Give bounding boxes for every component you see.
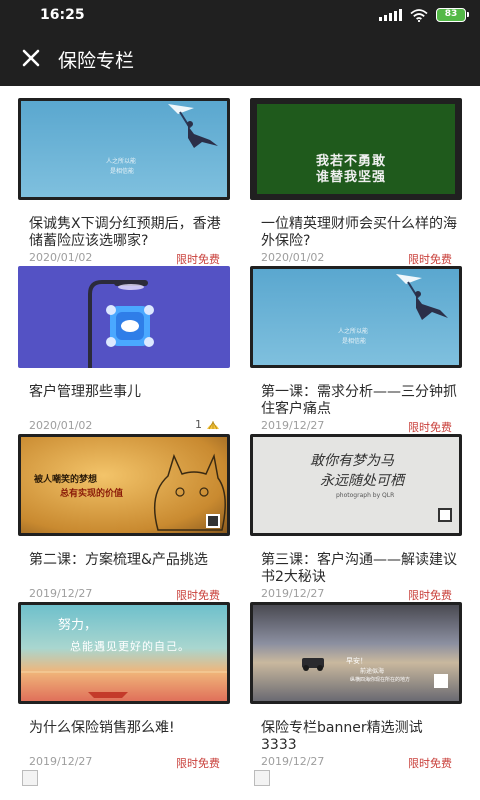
status-bar: 16:25 83 xyxy=(0,0,480,30)
thumb-caption: 是相信能 xyxy=(110,168,135,175)
article-title[interactable]: 客户管理那些事儿 xyxy=(29,384,225,401)
article-date: 2019/12/27 xyxy=(261,419,325,432)
thumb-caption: 早安！ xyxy=(346,657,367,665)
article-title[interactable]: 保诚隽X下调分红预期后，香港储蓄险应该选哪家? xyxy=(29,216,225,250)
thumb-caption: 总能遇见更好的自己。 xyxy=(70,640,190,653)
article-date: 2019/12/27 xyxy=(261,755,325,768)
title-bar: 保险专栏 xyxy=(0,30,480,86)
like-count-value: 1 xyxy=(195,418,202,431)
article-grid: 人之所以能 是相信能 保诚隽X下调分红预期后，香港储蓄险应该选哪家? 2020/… xyxy=(0,86,480,800)
article-thumbnail: 人之所以能 是相信能 xyxy=(18,98,230,200)
thumb-caption: 总有实现的价值 xyxy=(60,489,124,499)
clap-icon xyxy=(207,420,219,429)
article-date: 2019/12/27 xyxy=(29,587,93,600)
thumb-caption: 永远随处可栖 xyxy=(320,473,404,489)
thumb-caption: 人之所以能 xyxy=(106,158,137,165)
thumb-caption: 前途似海 xyxy=(360,668,385,675)
thumb-caption: photograph by QLR xyxy=(336,492,395,499)
article-thumbnail: 被人嘲笑的梦想 总有实现的价值 xyxy=(18,434,230,536)
broken-image-icon xyxy=(254,770,270,786)
free-tag: 限时免费 xyxy=(408,757,452,770)
article-date: 2020/01/02 xyxy=(29,419,93,432)
thumb-caption: 人之所以能 xyxy=(338,328,369,335)
article-title[interactable]: 第一课：需求分析——三分钟抓住客户痛点 xyxy=(261,384,457,418)
article-date: 2020/01/02 xyxy=(29,251,93,264)
free-tag: 限时免费 xyxy=(408,421,452,434)
thumb-caption: 是相信能 xyxy=(342,338,367,345)
article-date: 2020/01/02 xyxy=(261,251,325,264)
page-title: 保险专栏 xyxy=(58,50,135,72)
signal-icon xyxy=(379,9,402,21)
article-thumbnail: 人之所以能 是相信能 xyxy=(250,266,462,368)
thumb-caption: 被人嘲笑的梦想 xyxy=(34,475,98,485)
status-time: 16:25 xyxy=(40,7,85,23)
close-icon[interactable] xyxy=(20,47,42,69)
free-tag: 限时免费 xyxy=(176,757,220,770)
article-thumbnail: 我若不勇敢 谁替我坚强 xyxy=(250,98,462,200)
thumb-caption: 敢你有梦为马 xyxy=(310,453,394,469)
thumb-caption: 纵横四海你现在所在的地方 xyxy=(350,677,411,683)
article-title[interactable]: 第二课：方案梳理&产品挑选 xyxy=(29,552,225,569)
like-count[interactable]: 1 xyxy=(195,418,220,431)
article-date: 2019/12/27 xyxy=(261,587,325,600)
free-tag: 限时免费 xyxy=(176,589,220,602)
article-thumbnail xyxy=(18,266,230,368)
article-thumbnail: 努力， 总能遇见更好的自己。 xyxy=(18,602,230,704)
free-tag: 限时免费 xyxy=(408,589,452,602)
article-title[interactable]: 为什么保险销售那么难! xyxy=(29,720,225,737)
article-title[interactable]: 保险专栏banner精选测试3333 xyxy=(261,720,457,754)
wifi-icon xyxy=(410,8,428,22)
broken-image-icon xyxy=(22,770,38,786)
free-tag: 限时免费 xyxy=(408,253,452,266)
thumb-caption: 谁替我坚强 xyxy=(316,170,387,185)
article-date: 2019/12/27 xyxy=(29,755,93,768)
battery-level: 83 xyxy=(444,9,458,19)
article-title[interactable]: 一位精英理财师会买什么样的海外保险? xyxy=(261,216,457,250)
article-thumbnail: 早安！ 前途似海 纵横四海你现在所在的地方 xyxy=(250,602,462,704)
status-icons: 83 xyxy=(379,8,469,22)
article-title[interactable]: 第三课：客户沟通——解读建议书2大秘诀 xyxy=(261,552,457,586)
article-thumbnail: 敢你有梦为马 永远随处可栖 photograph by QLR xyxy=(250,434,462,536)
thumb-caption: 努力， xyxy=(58,618,98,633)
free-tag: 限时免费 xyxy=(176,253,220,266)
battery-icon: 83 xyxy=(436,8,469,22)
